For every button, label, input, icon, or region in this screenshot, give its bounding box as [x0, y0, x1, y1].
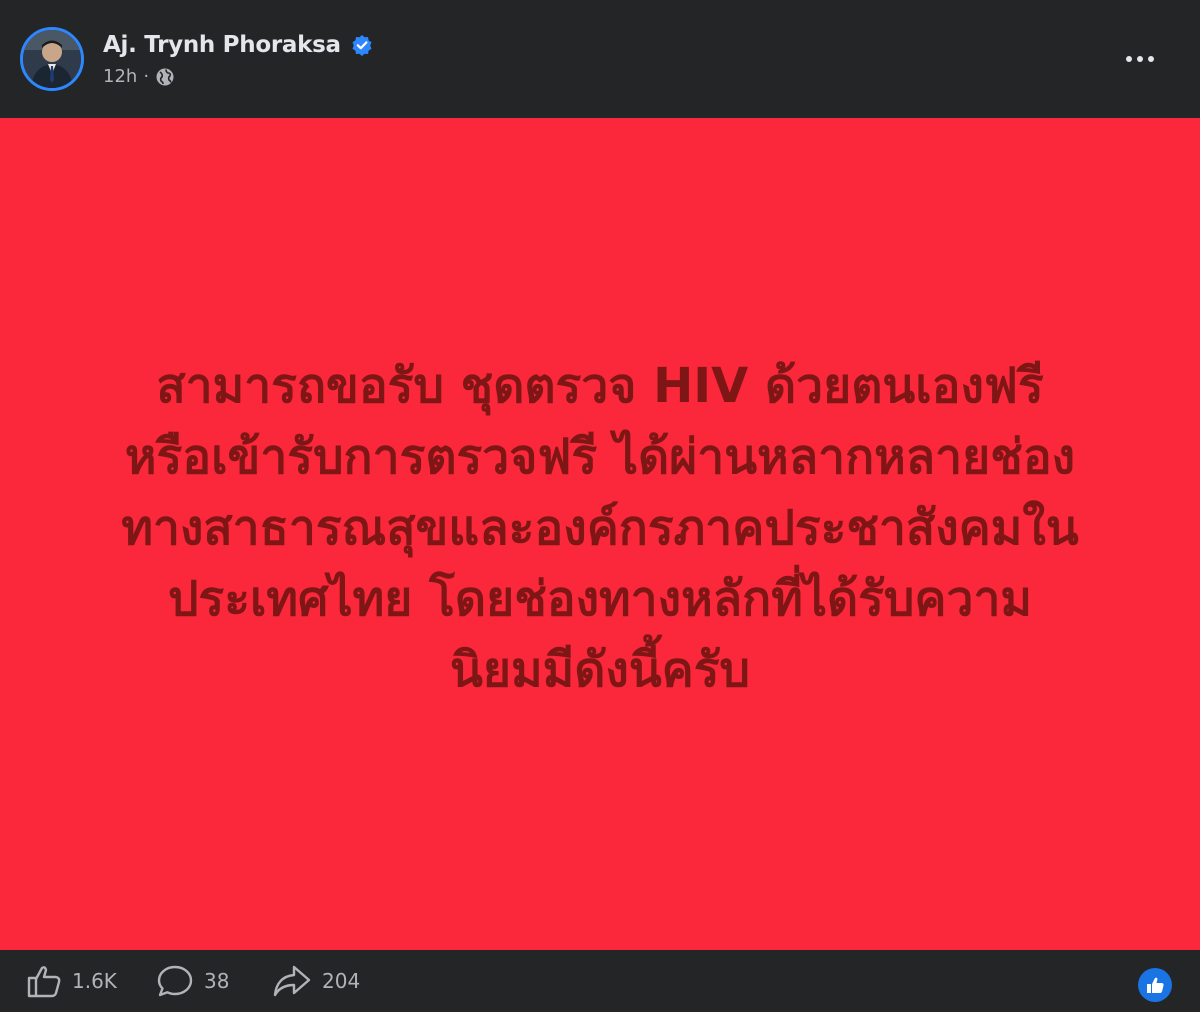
text-line: สามารถขอรับ ชุดตรวจ HIV ด้วยตนเองฟรี	[156, 357, 1044, 414]
share-count: 204	[322, 969, 361, 993]
globe-icon	[155, 67, 175, 87]
author-name[interactable]: Aj. Trynh Phoraksa	[103, 32, 341, 58]
thumbs-up-icon	[27, 966, 61, 998]
post-image[interactable]: สามารถขอรับ ชุดตรวจ HIV ด้วยตนเองฟรี หรื…	[0, 118, 1200, 950]
post-image-text: สามารถขอรับ ชุดตรวจ HIV ด้วยตนเองฟรี หรื…	[40, 351, 1160, 706]
text-line: ทางสาธารณสุขและองค์กรภาคประชาสังคมใน	[121, 499, 1079, 556]
text-line: หรือเข้ารับการตรวจฟรี ได้ผ่านหลากหลายช่อ…	[124, 428, 1076, 485]
post-timestamp[interactable]: 12h	[103, 66, 137, 87]
avatar-image	[23, 30, 81, 88]
author-line: Aj. Trynh Phoraksa	[103, 28, 373, 62]
text-line: นิยมมีดังนี้ครับ	[450, 641, 750, 698]
facebook-post: Aj. Trynh Phoraksa 12h · สามารถขอรับ ชุด…	[0, 0, 1200, 1012]
like-count: 1.6K	[72, 969, 117, 993]
author-avatar[interactable]	[20, 27, 84, 91]
post-meta: 12h ·	[103, 66, 175, 87]
more-options-button[interactable]	[1120, 42, 1160, 76]
verified-badge-icon	[351, 34, 373, 56]
post-header: Aj. Trynh Phoraksa 12h ·	[0, 0, 1200, 118]
share-icon	[273, 965, 311, 997]
meta-separator: ·	[143, 66, 150, 87]
like-button[interactable]: 1.6K	[26, 950, 117, 1012]
share-button[interactable]: 204	[272, 950, 360, 1012]
post-actions-bar: 1.6K 38 204	[0, 950, 1200, 1012]
comment-icon	[157, 965, 193, 997]
comment-count: 38	[204, 969, 230, 993]
text-line: ประเทศไทย โดยช่องทางหลักที่ได้รับความ	[167, 570, 1033, 627]
like-reaction-icon[interactable]	[1138, 968, 1172, 1002]
more-options-icon	[1126, 56, 1154, 62]
comment-button[interactable]: 38	[156, 950, 229, 1012]
